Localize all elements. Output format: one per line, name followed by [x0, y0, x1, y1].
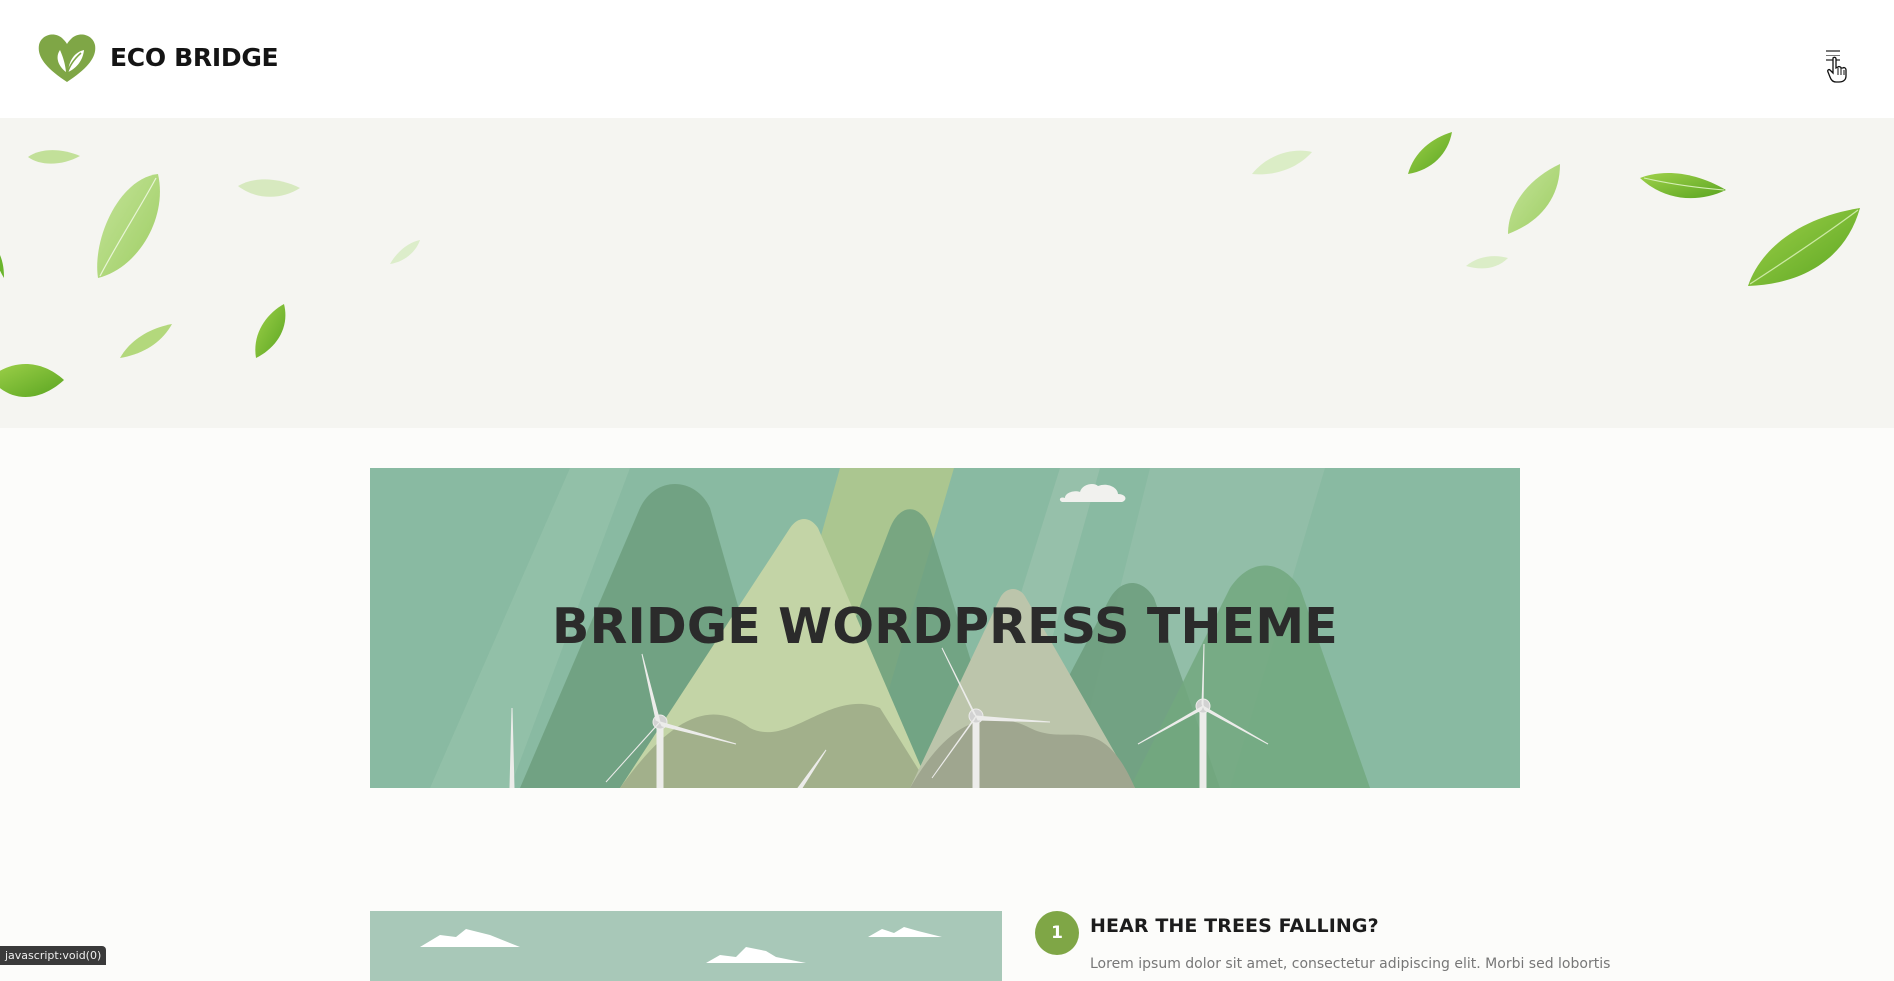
leaf-icon — [1466, 256, 1508, 269]
leaf-icon — [238, 179, 300, 197]
leaf-icon — [120, 324, 172, 358]
step-number-badge: 1 — [1035, 911, 1079, 955]
leaf-icon — [0, 255, 4, 278]
heart-leaf-logo-icon — [38, 34, 96, 82]
browser-status-bar: javascript:void(0) — [0, 946, 107, 965]
leaf-icon — [390, 240, 420, 264]
step-text: Lorem ipsum dolor sit amet, consectetur … — [1090, 956, 1611, 972]
leaf-icon — [1508, 164, 1560, 234]
hero-banner: BRIDGE WORDPRESS THEME — [370, 468, 1520, 788]
logo-link[interactable]: ECO BRIDGE — [36, 32, 279, 84]
hand-pointer-cursor-icon — [1827, 56, 1847, 83]
leaf-icon — [1748, 208, 1860, 286]
step-title: HEAR THE TREES FALLING? — [1090, 915, 1379, 937]
leaf-icon — [255, 304, 286, 358]
site-header: ECO BRIDGE — [0, 0, 1894, 118]
leaf-icon — [28, 150, 80, 164]
clouds-illustration — [420, 927, 942, 963]
leaf-icon — [0, 364, 64, 397]
leaf-icon — [97, 174, 160, 278]
leaf-icon — [1408, 132, 1452, 174]
feature-image — [370, 911, 1002, 981]
falling-leaves-banner — [0, 118, 1894, 428]
falling-leaves-illustration — [0, 132, 1860, 397]
brand-name: ECO BRIDGE — [110, 43, 279, 72]
leaf-icon — [1640, 173, 1726, 199]
hero-title: BRIDGE WORDPRESS THEME — [552, 598, 1338, 655]
leaf-icon — [1252, 150, 1312, 175]
